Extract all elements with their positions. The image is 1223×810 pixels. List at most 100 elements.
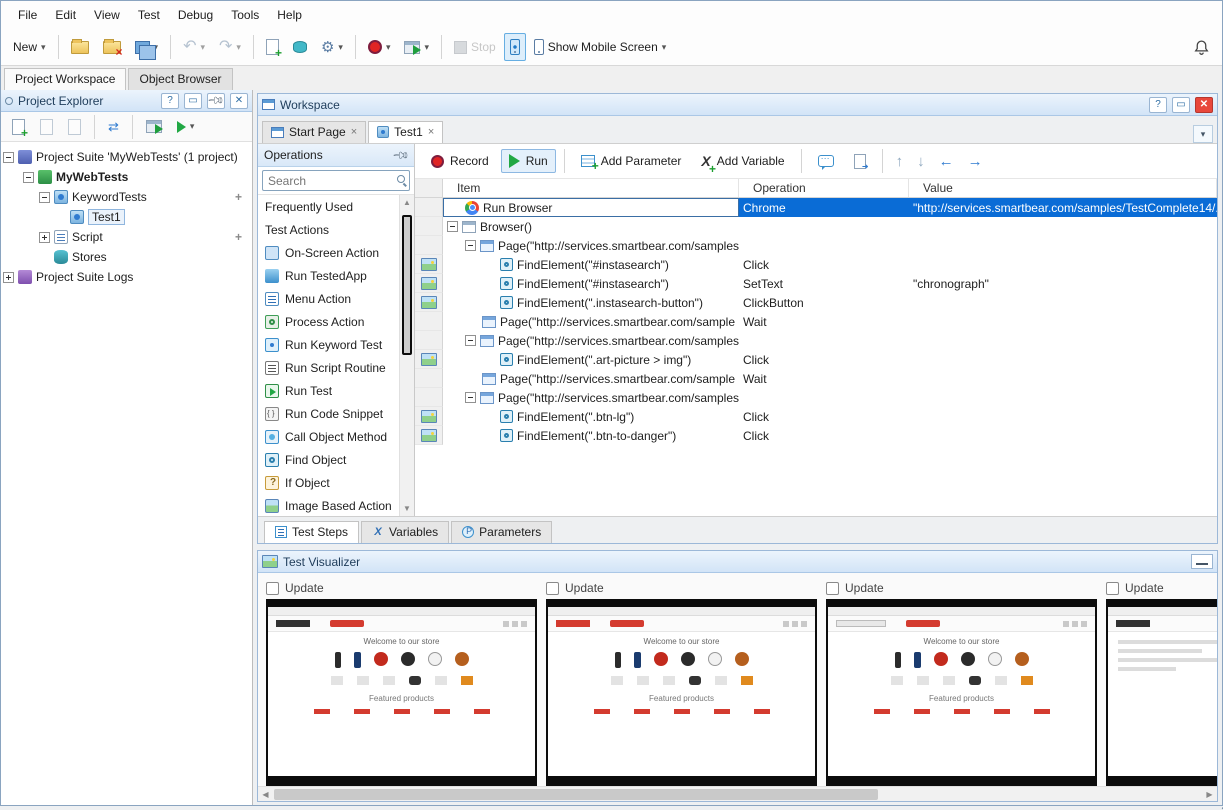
operations-category[interactable]: Test Actions (258, 218, 399, 241)
tab-test-steps[interactable]: Test Steps (264, 521, 359, 543)
tree-node-stores[interactable]: Stores (3, 247, 250, 267)
update-checkbox[interactable] (266, 582, 279, 595)
scrollbar-thumb[interactable] (274, 789, 878, 800)
table-row[interactable]: FindElement("#instasearch") SetText "chr… (415, 274, 1217, 293)
notifications-button[interactable] (1187, 33, 1216, 61)
move-up-button[interactable]: ↑ (891, 151, 909, 172)
add-new-test-button[interactable]: + (6, 113, 31, 141)
screenshot-thumbnail[interactable]: Welcome to our store Featured products (546, 599, 817, 786)
tab-list-dropdown[interactable]: ▾ (1193, 125, 1213, 143)
operation-run-code-snippet[interactable]: Run Code Snippet (258, 402, 399, 425)
tab-project-workspace[interactable]: Project Workspace (4, 68, 126, 90)
operation-run-test[interactable]: Run Test (258, 379, 399, 402)
operation-on-screen-action[interactable]: On-Screen Action (258, 241, 399, 264)
save-all-button[interactable]: ▾ (129, 33, 165, 61)
menu-test[interactable]: Test (129, 3, 169, 27)
visualizer-image-icon[interactable] (421, 296, 437, 309)
update-checkbox[interactable] (546, 582, 559, 595)
visualizer-image-icon[interactable] (421, 353, 437, 366)
compare-button[interactable]: ⇄ (102, 113, 125, 141)
open-project-button[interactable] (65, 33, 95, 61)
move-down-button[interactable]: ↓ (912, 151, 930, 172)
maximize-button[interactable]: ▭ (184, 93, 202, 109)
tab-parameters[interactable]: Parameters (451, 521, 552, 543)
export-step-button[interactable] (846, 149, 874, 174)
collapse-toggle[interactable] (23, 172, 34, 183)
collapse-toggle[interactable] (465, 392, 476, 403)
help-button[interactable]: ? (1149, 97, 1167, 113)
tree-node-keywordtests[interactable]: KeywordTests + (3, 187, 250, 207)
menu-file[interactable]: File (9, 3, 46, 27)
close-tab-icon[interactable]: × (428, 126, 434, 138)
visualizer-scrollbar[interactable]: ◀ ▶ (258, 786, 1217, 801)
search-input[interactable] (262, 170, 410, 191)
tree-node-script[interactable]: Script + (3, 227, 250, 247)
column-operation[interactable]: Operation (739, 179, 909, 197)
operations-scrollbar[interactable]: ▲ ▼ (399, 195, 414, 516)
menu-debug[interactable]: Debug (169, 3, 222, 27)
update-checkbox[interactable] (826, 582, 839, 595)
operation-image-based-action[interactable]: Image Based Action (258, 494, 399, 516)
maximize-button[interactable]: ▭ (1172, 97, 1190, 113)
minimize-visualizer-button[interactable] (1191, 554, 1213, 569)
screenshot-thumbnail[interactable] (1106, 599, 1217, 786)
operation-process-action[interactable]: Process Action (258, 310, 399, 333)
collapse-toggle[interactable] (465, 240, 476, 251)
tree-node-project-suite[interactable]: Project Suite 'MyWebTests' (1 project) (3, 147, 250, 167)
run-toolbar-button[interactable]: ▾ (398, 33, 435, 61)
tab-start-page[interactable]: Start Page × (262, 121, 366, 143)
table-row[interactable]: FindElement(".btn-to-danger") Click (415, 426, 1217, 445)
move-left-button[interactable]: ← (934, 151, 959, 172)
table-row[interactable]: Page("http://services.smartbear.com/samp… (415, 331, 1217, 350)
tree-node-test1[interactable]: Test1 (3, 207, 250, 227)
new-button[interactable]: New▾ (7, 33, 52, 61)
close-workspace-button[interactable]: ✕ (1195, 97, 1213, 113)
add-parameter-button[interactable]: +Add Parameter (573, 149, 690, 173)
scrollbar-thumb[interactable] (402, 215, 412, 355)
collapse-toggle[interactable] (3, 152, 14, 163)
mobile-screen-toggle[interactable] (504, 33, 526, 61)
close-tab-icon[interactable]: × (351, 126, 357, 138)
table-row[interactable]: Page("http://services.smartbear.com/samp… (415, 312, 1217, 331)
collapse-toggle[interactable] (447, 221, 458, 232)
operation-if-object[interactable]: If Object (258, 471, 399, 494)
open-doc-button[interactable] (62, 113, 87, 141)
scroll-up-arrow[interactable]: ▲ (400, 195, 414, 210)
operation-call-object-method[interactable]: Call Object Method (258, 425, 399, 448)
column-value[interactable]: Value (909, 179, 1217, 197)
collapse-toggle[interactable] (465, 335, 476, 346)
help-button[interactable]: ? (161, 93, 179, 109)
table-row[interactable]: FindElement(".btn-lg") Click (415, 407, 1217, 426)
menu-view[interactable]: View (85, 3, 129, 27)
menu-edit[interactable]: Edit (46, 3, 85, 27)
checkpoint-button[interactable] (287, 33, 313, 61)
collapse-toggle[interactable] (39, 192, 50, 203)
add-variable-button[interactable]: X+Add Variable (693, 148, 792, 174)
show-mobile-screen-button[interactable]: Show Mobile Screen▾ (528, 33, 673, 61)
scroll-left-arrow[interactable]: ◀ (258, 787, 273, 802)
table-row[interactable]: Page("http://services.smartbear.com/samp… (415, 236, 1217, 255)
table-row[interactable]: FindElement(".art-picture > img") Click (415, 350, 1217, 369)
record-toolbar-button[interactable]: ▾ (362, 33, 397, 61)
close-project-button[interactable]: × (97, 33, 127, 61)
add-keyword-test-button[interactable]: + (235, 190, 242, 204)
menu-tools[interactable]: Tools (222, 3, 268, 27)
close-panel-button[interactable]: ✕ (230, 93, 248, 109)
operation-run-keyword-test[interactable]: Run Keyword Test (258, 333, 399, 356)
run-options-button[interactable]: ▾ (171, 113, 201, 141)
operations-category[interactable]: Frequently Used (258, 195, 399, 218)
visualizer-image-icon[interactable] (421, 277, 437, 290)
tab-variables[interactable]: XVariables (361, 521, 449, 543)
table-row[interactable]: FindElement("#instasearch") Click (415, 255, 1217, 274)
stop-button[interactable]: Stop (448, 33, 502, 61)
tree-node-mywebtests[interactable]: MyWebTests (3, 167, 250, 187)
table-row[interactable]: Browser() (415, 217, 1217, 236)
update-checkbox[interactable] (1106, 582, 1119, 595)
move-right-button[interactable]: → (963, 151, 988, 172)
scroll-right-arrow[interactable]: ▶ (1202, 787, 1217, 802)
table-row[interactable]: Run Browser Chrome "http://services.smar… (415, 198, 1217, 217)
operation-run-script-routine[interactable]: Run Script Routine (258, 356, 399, 379)
test-settings-button[interactable]: ⚙▾ (315, 33, 349, 61)
table-row[interactable]: FindElement(".instasearch-button") Click… (415, 293, 1217, 312)
add-script-button[interactable]: + (235, 230, 242, 244)
